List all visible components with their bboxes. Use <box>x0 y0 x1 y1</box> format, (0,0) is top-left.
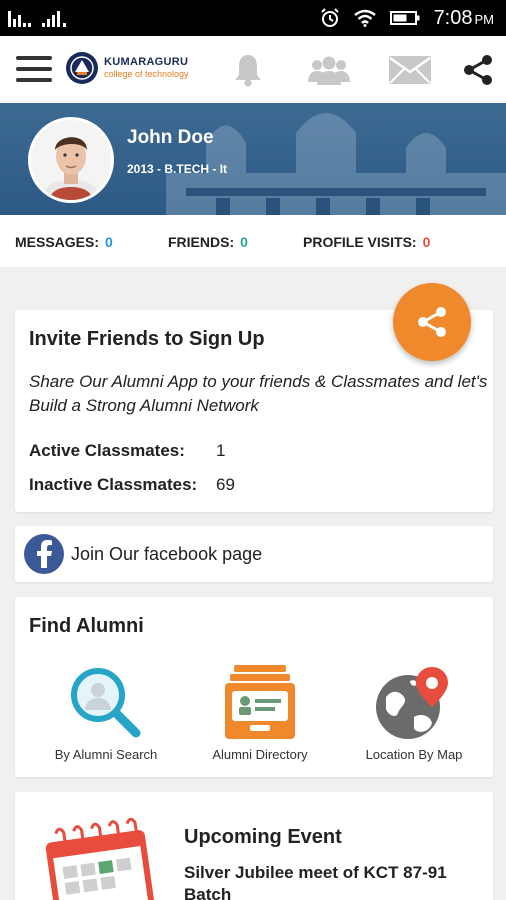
messages-label: MESSAGES: <box>15 234 100 250</box>
friends-stat[interactable]: FRIENDS: 0 <box>168 234 248 250</box>
stats-bar: MESSAGES: 0 FRIENDS: 0 PROFILE VISITS: 0 <box>0 215 506 267</box>
profile-banner <box>0 103 506 215</box>
location-by-map-label: Location By Map <box>365 747 463 762</box>
alarm-icon <box>320 8 339 27</box>
inactive-classmates-label: Inactive Classmates: <box>29 475 198 494</box>
clock: 7:08 PM <box>434 7 494 30</box>
invite-title: Invite Friends to Sign Up <box>29 328 265 350</box>
clock-ampm: PM <box>474 11 495 27</box>
menu-icon[interactable] <box>16 56 52 82</box>
app-bar: KUMARAGURU college of technology <box>0 36 506 103</box>
share-icon[interactable] <box>460 50 496 90</box>
messages-stat[interactable]: MESSAGES: 0 <box>15 234 113 250</box>
college-crest-icon <box>66 52 98 84</box>
profile-visits-count: 0 <box>422 234 431 250</box>
mail-icon[interactable] <box>387 50 433 90</box>
messages-count: 0 <box>105 234 113 250</box>
signal-icon <box>42 11 66 27</box>
friends-count: 0 <box>240 234 248 250</box>
college-logo: KUMARAGURU college of technology <box>64 50 189 86</box>
battery-icon <box>389 11 420 25</box>
campus-building-image <box>166 113 506 215</box>
active-classmates-count: 1 <box>216 441 226 460</box>
directory-icon <box>225 665 295 739</box>
active-classmates-label: Active Classmates: <box>29 441 185 460</box>
logo-tagline: college of technology <box>104 69 189 79</box>
profile-name: John Doe <box>127 127 214 148</box>
avatar[interactable] <box>28 117 114 203</box>
friends-icon[interactable] <box>304 50 354 90</box>
sim-signal-icon <box>8 11 31 27</box>
alumni-directory-label: Alumni Directory <box>212 747 308 762</box>
upcoming-event-card[interactable]: Upcoming Event Silver Jubilee meet of KC… <box>15 792 493 900</box>
status-bar: 7:08 PM <box>0 0 506 36</box>
event-title: Silver Jubilee meet of KCT 87-91 Batch <box>184 863 447 900</box>
logo-name: KUMARAGURU <box>104 56 189 68</box>
wifi-icon <box>353 9 376 27</box>
calendar-icon <box>45 818 156 900</box>
search-icon <box>71 668 141 738</box>
profile-visits-stat[interactable]: PROFILE VISITS: 0 <box>303 234 430 250</box>
bell-icon[interactable] <box>228 50 268 90</box>
inactive-classmates-row: Inactive Classmates: 69 <box>29 475 235 495</box>
alumni-search-label: By Alumni Search <box>54 747 158 762</box>
active-classmates-row: Active Classmates: 1 <box>29 441 225 461</box>
upcoming-event-heading: Upcoming Event <box>184 826 342 848</box>
share-fab-button[interactable] <box>393 283 471 361</box>
invite-description: Share Our Alumni App to your friends & C… <box>29 372 488 415</box>
facebook-icon <box>24 534 64 574</box>
profile-batch: 2013 - B.TECH - It <box>127 162 228 176</box>
facebook-card[interactable]: Join Our facebook page <box>15 526 493 582</box>
map-location-icon <box>376 667 448 739</box>
share-icon <box>418 307 446 337</box>
friends-label: FRIENDS: <box>168 234 235 250</box>
profile-visits-label: PROFILE VISITS: <box>303 234 417 250</box>
find-alumni-card: Find Alumni By Alumni Search Alumni Dire… <box>15 597 493 777</box>
facebook-label: Join Our facebook page <box>71 544 263 564</box>
clock-time: 7:08 <box>433 6 473 29</box>
inactive-classmates-count: 69 <box>216 475 235 494</box>
find-alumni-title: Find Alumni <box>29 615 144 637</box>
